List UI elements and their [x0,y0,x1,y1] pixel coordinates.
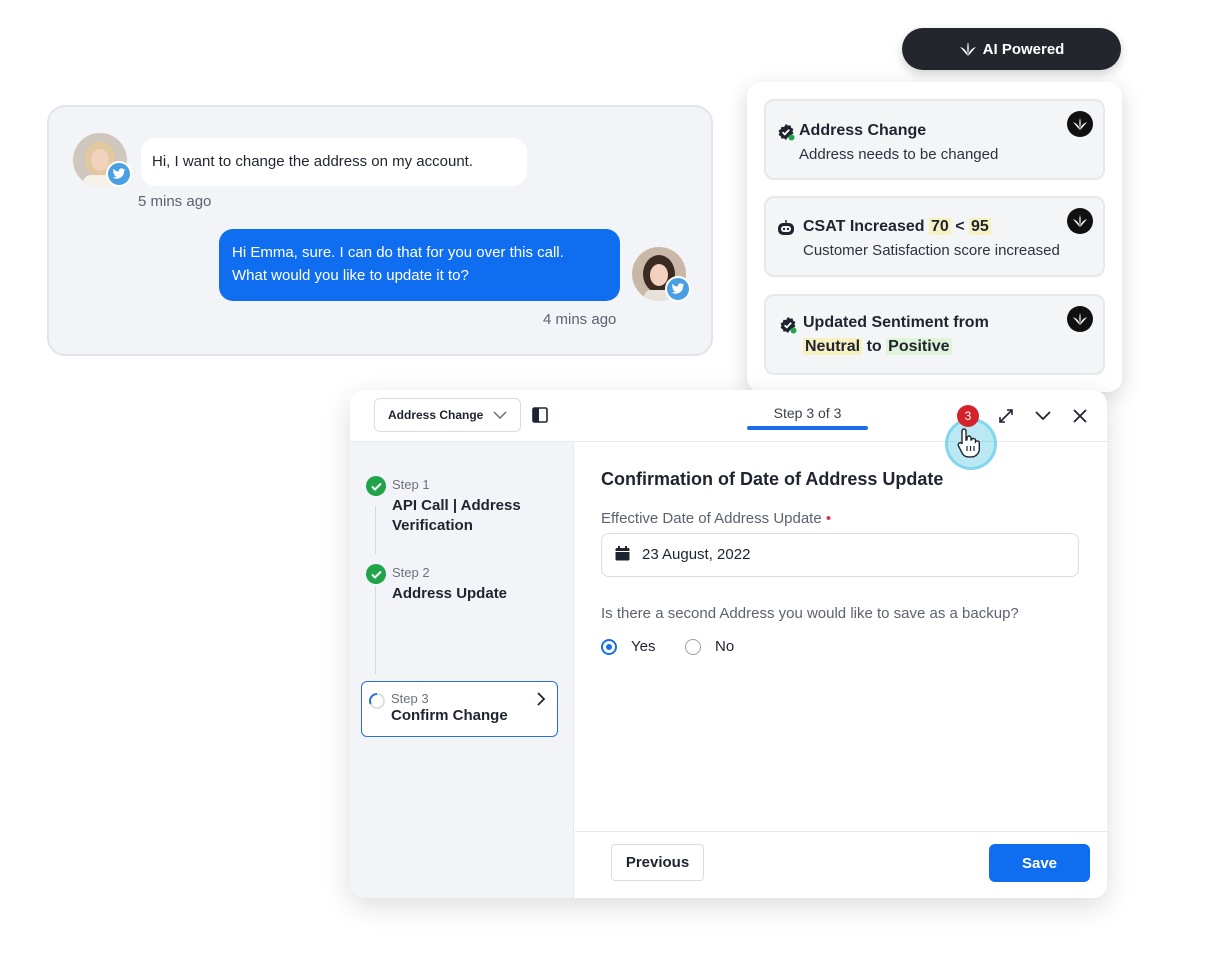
verified-check-icon [778,124,795,141]
backup-address-question: Is there a second Address you would like… [601,605,1019,622]
step-progress-underline [747,426,868,430]
radio-yes-indicator[interactable] [601,638,617,655]
calendar-icon [615,546,630,561]
ai-powered-badge: AI Powered [902,28,1121,70]
twitter-icon [665,276,691,302]
step-label: Step 1 [392,477,430,492]
verified-check-icon [780,317,797,334]
customer-avatar[interactable] [73,133,132,187]
radio-no[interactable]: No [685,638,734,655]
insight-card-sentiment[interactable]: Updated Sentiment from Neutral to Positi… [764,294,1105,375]
guided-workflow-panel: Address Change Step 3 of 3 3 Step 1 API … [350,390,1107,898]
insight-card-address-change[interactable]: Address Change Address needs to be chang… [764,99,1105,180]
sprinklr-logo-icon [1067,306,1093,332]
outgoing-message-line1: Hi Emma, sure. I can do that for you ove… [232,244,564,261]
panel-layout-icon[interactable] [532,407,548,423]
step-content: Confirmation of Date of Address Update E… [575,442,1107,898]
date-field-label-text: Effective Date of Address Update [601,510,822,527]
outgoing-timestamp: 4 mins ago [543,311,617,328]
insight-title: Updated Sentiment from [803,314,989,331]
radio-yes-label: Yes [631,638,656,655]
panel-header: Address Change Step 3 of 3 3 [350,390,1107,470]
step-name-line2: Verification [392,517,473,534]
insight-subtitle: Customer Satisfaction score increased [803,242,1060,259]
workflow-dropdown[interactable]: Address Change [374,398,521,432]
step-name: API Call | Address Verification [392,496,521,536]
expand-icon[interactable] [996,406,1016,426]
step-connector [375,586,376,674]
check-circle-icon [366,476,386,496]
robot-icon [778,220,794,235]
step-progress-tab[interactable]: Step 3 of 3 [747,390,868,442]
workflow-dropdown-label: Address Change [388,408,484,422]
insight-subtitle: Address needs to be changed [799,146,999,163]
sentiment-to: Positive [886,338,952,355]
ai-insights-popover: Address Change Address needs to be chang… [747,82,1122,392]
form-title: Confirmation of Date of Address Update [601,469,944,489]
insight-title: Address Change [799,122,927,139]
in-progress-spinner-icon [369,693,385,709]
effective-date-value: 23 August, 2022 [642,546,751,563]
ai-powered-label: AI Powered [982,40,1065,58]
step-progress-label: Step 3 of 3 [773,405,842,421]
radio-yes[interactable]: Yes [601,638,655,655]
panel-footer: Previous Save [575,831,1107,898]
previous-button[interactable]: Previous [611,844,704,881]
sprinklr-logo-icon [959,42,976,56]
step-item-3[interactable]: Step 3 Confirm Change [361,681,558,737]
insight-card-csat[interactable]: CSAT Increased 70 < 95 Customer Satisfac… [764,196,1105,277]
step-label: Step 3 [391,691,429,706]
chevron-down-icon [493,411,507,419]
sentiment-from: Neutral [803,338,863,355]
sentiment-joiner: to [866,338,882,355]
date-field-label: Effective Date of Address Update • [601,510,831,527]
incoming-message: Hi, I want to change the address on my a… [141,138,527,186]
twitter-icon [106,161,132,187]
outgoing-message-line2: What would you like to update it to? [232,267,469,284]
chevron-right-icon [537,692,546,706]
step-connector [375,506,376,554]
step-name-line1: API Call | Address [392,497,521,514]
csat-operator: < [955,218,965,235]
collapse-chevron-icon[interactable] [1033,406,1053,426]
required-indicator: • [825,510,832,527]
close-icon[interactable] [1070,406,1090,426]
radio-no-indicator[interactable] [685,638,701,655]
notification-badge[interactable]: 3 [957,405,979,427]
csat-from-value: 70 [928,218,951,235]
check-circle-icon [366,564,386,584]
insight-title-text: CSAT Increased [803,218,925,235]
steps-sidebar: Step 1 API Call | Address Verification S… [350,442,574,898]
agent-avatar[interactable] [632,247,691,302]
sprinklr-logo-icon [1067,208,1093,234]
sentiment-change: Neutral to Positive [803,338,952,356]
step-name: Address Update [392,585,508,602]
insight-title: CSAT Increased 70 < 95 [803,218,991,236]
outgoing-message: Hi Emma, sure. I can do that for you ove… [219,229,620,301]
save-button[interactable]: Save [989,844,1090,882]
sprinklr-logo-icon [1067,111,1093,137]
radio-no-label: No [715,638,735,655]
incoming-timestamp: 5 mins ago [138,193,212,210]
csat-to-value: 95 [969,218,991,235]
effective-date-input[interactable]: 23 August, 2022 [601,533,1079,577]
step-name: Confirm Change [391,707,508,724]
step-label: Step 2 [392,565,430,580]
